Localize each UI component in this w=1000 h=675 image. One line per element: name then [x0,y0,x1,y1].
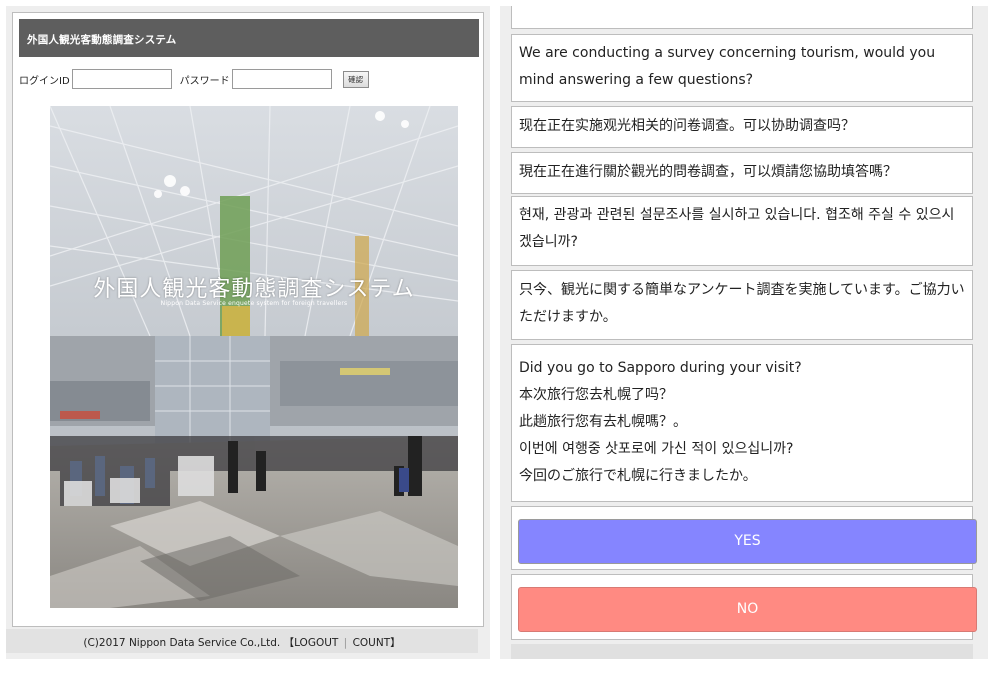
hero-subtitle: Nippon Data Service enquete system for f… [160,300,348,307]
footer-bracket-close: 】 [390,637,401,649]
count-link[interactable]: COUNT [353,637,391,649]
intro-traditional-chinese: 現在正在進行關於觀光的問卷調查，可以煩請您協助填答嗎？ [511,152,973,194]
intro-japanese: 只今、観光に関する簡単なアンケート調査を実施しています。ご協力いただけますか。 [511,270,973,340]
login-panel: 外国人観光客動態調査システム ログインID パスワード 確認 外国人観光客動態調… [6,6,490,659]
intro-simplified-chinese: 现在正在实施观光相关的问卷调查。可以协助调查吗？ [511,106,973,148]
hero-title: 外国人観光客動態調査システム [93,277,415,302]
survey-panel: We are conducting a survey concerning to… [500,6,988,659]
footer-separator: | [343,637,348,649]
question-korean: 이번에 여행중 삿포로에 가신 적이 있으십니까? [519,441,794,457]
hero-image: 外国人観光客動態調査システム Nippon Data Service enque… [50,106,458,608]
footer: (C)2017 Nippon Data Service Co.,Ltd. 【LO… [6,629,478,653]
footer-bracket-open: 【 [283,637,295,649]
password-label: パスワード [179,75,230,87]
question-english: Did you go to Sapporo during your visit? [519,360,802,376]
bottom-divider [511,644,973,659]
logout-link[interactable]: LOGOUT [294,637,338,649]
question-card: Did you go to Sapporo during your visit?… [511,344,973,502]
login-form: ログインID パスワード 確認 [19,68,479,90]
question-japanese: 今回のご旅行で札幌に行きましたか。 [519,468,757,484]
system-title-bar: 外国人観光客動態調査システム [19,19,479,57]
question-simplified-chinese: 本次旅行您去札幌了吗？ [519,387,673,403]
question-traditional-chinese: 此趟旅行您有去札幌嗎？。 [519,414,687,430]
password-input[interactable] [231,69,332,89]
login-page: 外国人観光客動態調査システム ログインID パスワード 確認 外国人観光客動態調… [12,12,484,627]
login-id-label: ログインID [19,75,70,87]
intro-korean: 현재, 관광과 관련된 설문조사를 실시하고 있습니다. 협조해 주실 수 있으… [511,196,973,266]
copyright-text: (C)2017 Nippon Data Service Co.,Ltd. [83,637,281,649]
no-button[interactable]: NO [518,587,977,632]
airport-hall-illustration [50,106,458,608]
yes-button[interactable]: YES [518,519,977,564]
login-id-input[interactable] [71,69,172,89]
login-confirm-button[interactable]: 確認 [342,70,369,88]
intro-english: We are conducting a survey concerning to… [511,34,973,102]
no-button-container: NO [511,574,977,640]
yes-button-container: YES [511,506,977,570]
survey-card-clipped [511,6,973,29]
